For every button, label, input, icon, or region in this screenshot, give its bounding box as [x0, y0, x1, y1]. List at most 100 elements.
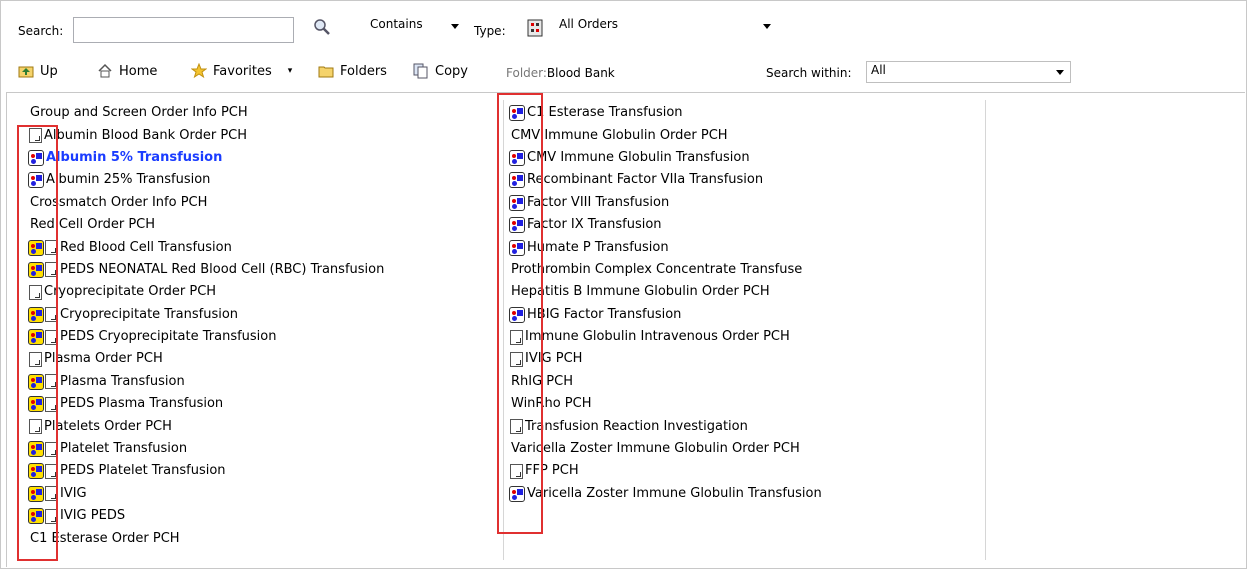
order-list-item[interactable]: Cryoprecipitate Transfusion: [28, 304, 384, 326]
search-mode-select[interactable]: Contains: [357, 16, 461, 38]
order-list-item-label: IVIG: [60, 485, 87, 501]
copy-label: Copy: [435, 63, 468, 79]
order-list-item-label: Red Blood Cell Transfusion: [60, 239, 232, 255]
order-list-item-label: C1 Esterase Transfusion: [527, 105, 683, 121]
order-list-item[interactable]: Red Blood Cell Transfusion: [28, 236, 384, 258]
order-list-item[interactable]: Recombinant Factor VIIa Transfusion: [509, 169, 822, 191]
order-list-item[interactable]: WinRho PCH: [509, 393, 822, 415]
search-within-select[interactable]: All: [866, 61, 1071, 83]
type-label: Type:: [474, 24, 506, 38]
home-icon: [97, 63, 113, 79]
favorites-label: Favorites: [213, 63, 272, 79]
search-input[interactable]: [73, 17, 294, 43]
search-icon[interactable]: [312, 16, 332, 38]
order-list-item-label: Albumin Blood Bank Order PCH: [44, 127, 248, 143]
order-list-item[interactable]: C1 Esterase Order PCH: [28, 527, 384, 549]
order-list-item[interactable]: Albumin 5% Transfusion: [28, 147, 384, 169]
order-list-item[interactable]: Factor VIII Transfusion: [509, 192, 822, 214]
order-list-column-1: Group and Screen Order Info PCH Albumin B…: [28, 102, 384, 550]
up-label: Up: [40, 63, 58, 79]
order-list-item-label: Albumin 25% Transfusion: [46, 172, 211, 188]
chevron-down-icon[interactable]: ▾: [288, 66, 293, 76]
copy-button[interactable]: Copy: [413, 63, 468, 79]
order-list-item[interactable]: Hepatitis B Immune Globulin Order PCH: [509, 281, 822, 303]
folders-label: Folders: [340, 63, 387, 79]
folders-button[interactable]: Folders: [318, 63, 387, 79]
order-list-item-label: PEDS Plasma Transfusion: [60, 396, 224, 412]
order-list-item[interactable]: Immune Globulin Intravenous Order PCH: [509, 326, 822, 348]
order-list-item[interactable]: Transfusion Reaction Investigation: [509, 415, 822, 437]
order-list-item-label: Varicella Zoster Immune Globulin Order P…: [511, 441, 800, 457]
chevron-down-icon: [451, 24, 459, 29]
order-list-item[interactable]: PEDS Platelet Transfusion: [28, 460, 384, 482]
search-mode-value: Contains: [370, 17, 423, 31]
order-list-item-label: PEDS Cryoprecipitate Transfusion: [60, 329, 277, 345]
order-list-column-2: C1 Esterase Transfusion CMV Immune Globul…: [509, 102, 822, 505]
order-list-item[interactable]: Cryoprecipitate Order PCH: [28, 281, 384, 303]
order-list-item-label: CMV Immune Globulin Transfusion: [527, 149, 750, 165]
order-list-item[interactable]: C1 Esterase Transfusion: [509, 102, 822, 124]
order-list-item[interactable]: PEDS Cryoprecipitate Transfusion: [28, 326, 384, 348]
order-list-item-label: Cryoprecipitate Transfusion: [60, 306, 239, 322]
order-type-value: All Orders: [559, 17, 619, 31]
home-label: Home: [119, 63, 158, 79]
order-list-item[interactable]: Plasma Transfusion: [28, 371, 384, 393]
order-list-item[interactable]: Platelet Transfusion: [28, 438, 384, 460]
order-list-item[interactable]: HBIG Factor Transfusion: [509, 304, 822, 326]
list-top-border: [6, 92, 1245, 93]
order-list-item[interactable]: Factor IX Transfusion: [509, 214, 822, 236]
order-list-item-label: Plasma Order PCH: [44, 351, 163, 367]
order-list-item-label: PEDS Platelet Transfusion: [60, 463, 226, 479]
home-button[interactable]: Home: [97, 63, 157, 79]
order-list-item-label: Group and Screen Order Info PCH: [30, 105, 248, 121]
up-button[interactable]: Up: [18, 63, 58, 79]
order-type-select[interactable]: All Orders: [557, 16, 777, 38]
order-list-item-label: Humate P Transfusion: [527, 239, 669, 255]
annotation-highlight-box: [17, 125, 58, 561]
order-list-item[interactable]: Albumin 25% Transfusion: [28, 169, 384, 191]
search-bar: Search: Contains Type: All Orders: [0, 0, 1245, 52]
order-list-item[interactable]: Red Cell Order PCH: [28, 214, 384, 236]
order-list-item-label: Transfusion Reaction Investigation: [525, 418, 748, 434]
order-list-item[interactable]: Crossmatch Order Info PCH: [28, 192, 384, 214]
folder-up-icon: [18, 63, 34, 79]
column-divider: [985, 100, 986, 560]
order-list-item[interactable]: IVIG PEDS: [28, 505, 384, 527]
order-list-item[interactable]: IVIG PCH: [509, 348, 822, 370]
folder-path: Folder:Blood Bank: [506, 66, 615, 80]
order-list-item-label: Hepatitis B Immune Globulin Order PCH: [511, 284, 770, 300]
order-list-item[interactable]: Plasma Order PCH: [28, 348, 384, 370]
star-icon: [190, 62, 208, 79]
order-list-item-label: PEDS NEONATAL Red Blood Cell (RBC) Trans…: [60, 261, 385, 277]
chevron-down-icon: [1056, 70, 1064, 75]
order-list-item[interactable]: CMV Immune Globulin Order PCH: [509, 124, 822, 146]
order-list-item[interactable]: PEDS NEONATAL Red Blood Cell (RBC) Trans…: [28, 259, 384, 281]
order-list-item-label: Platelets Order PCH: [44, 418, 172, 434]
order-list-item[interactable]: Humate P Transfusion: [509, 236, 822, 258]
search-within-label: Search within:: [766, 66, 852, 80]
order-list-item-label: Recombinant Factor VIIa Transfusion: [527, 172, 764, 188]
search-within-value: All: [871, 63, 886, 77]
favorites-button[interactable]: Favorites ▾: [190, 62, 293, 79]
order-list-item[interactable]: Albumin Blood Bank Order PCH: [28, 124, 384, 146]
order-list-item-label: Prothrombin Complex Concentrate Transfus…: [511, 261, 803, 277]
order-list-item-label: Factor IX Transfusion: [527, 217, 662, 233]
order-list-item[interactable]: IVIG: [28, 483, 384, 505]
folder-value: Blood Bank: [546, 66, 615, 80]
order-list-item[interactable]: Prothrombin Complex Concentrate Transfus…: [509, 259, 822, 281]
order-list-item[interactable]: Platelets Order PCH: [28, 415, 384, 437]
order-list-item-label: Plasma Transfusion: [60, 373, 185, 389]
order-list-item[interactable]: FFP PCH: [509, 460, 822, 482]
list-left-border: [6, 92, 7, 567]
order-list-item[interactable]: Varicella Zoster Immune Globulin Order P…: [509, 438, 822, 460]
order-list-item-label: Cryoprecipitate Order PCH: [44, 284, 217, 300]
search-label: Search:: [18, 24, 64, 38]
order-list-item-label: Factor VIII Transfusion: [527, 194, 670, 210]
order-list-item[interactable]: CMV Immune Globulin Transfusion: [509, 147, 822, 169]
order-list-item[interactable]: Group and Screen Order Info PCH: [28, 102, 384, 124]
order-list-item[interactable]: RhIG PCH: [509, 371, 822, 393]
order-list-item-label: HBIG Factor Transfusion: [527, 306, 682, 322]
order-list-item[interactable]: PEDS Plasma Transfusion: [28, 393, 384, 415]
order-list-item-label: Platelet Transfusion: [60, 441, 188, 457]
order-list-item[interactable]: Varicella Zoster Immune Globulin Transfu…: [509, 483, 822, 505]
